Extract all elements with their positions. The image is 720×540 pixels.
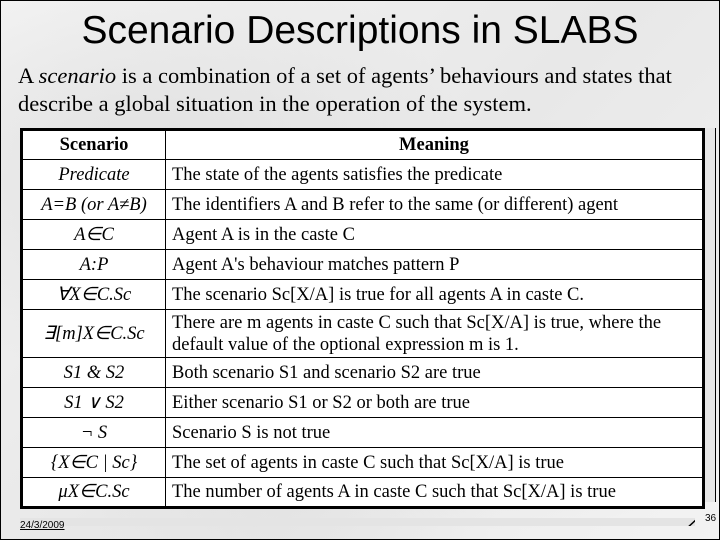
- scenario-cell: μX∈C.Sc: [21, 477, 166, 508]
- intro-paragraph: A scenario is a combination of a set of …: [18, 62, 708, 118]
- meaning-cell: The number of agents A in caste C such t…: [165, 477, 704, 508]
- scenario-cell: ¬ S: [21, 417, 166, 448]
- meaning-cell: Agent A is in the caste C: [165, 219, 704, 250]
- table-row: Predicate The state of the agents satisf…: [21, 159, 704, 190]
- meaning-cell: The identifiers A and B refer to the sam…: [165, 189, 704, 220]
- scenario-cell: A=B (or A≠B): [21, 189, 166, 220]
- meaning-cell: The scenario Sc[X/A] is true for all age…: [165, 279, 704, 310]
- slide-page-number: 36: [705, 513, 717, 524]
- table-row: ∀X∈C.Sc The scenario Sc[X/A] is true for…: [21, 279, 704, 310]
- table-row: A:P Agent A's behaviour matches pattern …: [21, 249, 704, 280]
- meaning-cell: Scenario S is not true: [165, 417, 704, 448]
- scenario-cell: S1 & S2: [21, 357, 166, 388]
- table-row: ∃[m]X∈C.Sc There are m agents in caste C…: [21, 309, 704, 358]
- table-frame-side: [705, 128, 716, 502]
- table-row: A∈C Agent A is in the caste C: [21, 219, 704, 250]
- table-row: A=B (or A≠B) The identifiers A and B ref…: [21, 189, 704, 220]
- scenario-cell: ∀X∈C.Sc: [21, 279, 166, 310]
- meaning-cell: Either scenario S1 or S2 or both are tru…: [165, 387, 704, 418]
- table-row: S1 ∨ S2 Either scenario S1 or S2 or both…: [21, 387, 704, 418]
- scenario-table: Scenario Meaning Predicate The state of …: [20, 128, 705, 509]
- meaning-cell: Both scenario S1 and scenario S2 are tru…: [165, 357, 704, 388]
- meaning-cell: There are m agents in caste C such that …: [165, 309, 704, 358]
- scenario-cell: S1 ∨ S2: [21, 387, 166, 418]
- scenario-cell: A∈C: [21, 219, 166, 250]
- table-row: {X∈C | Sc} The set of agents in caste C …: [21, 447, 704, 478]
- header-meaning: Meaning: [165, 129, 704, 160]
- intro-prefix: A: [18, 63, 39, 88]
- scenario-cell: {X∈C | Sc}: [21, 447, 166, 478]
- table-row: μX∈C.Sc The number of agents A in caste …: [21, 477, 704, 508]
- scenario-cell: A:P: [21, 249, 166, 280]
- scenario-cell: ∃[m]X∈C.Sc: [21, 309, 166, 358]
- table-row: S1 & S2 Both scenario S1 and scenario S2…: [21, 357, 704, 388]
- header-scenario: Scenario: [21, 129, 166, 160]
- meaning-cell: The set of agents in caste C such that S…: [165, 447, 704, 478]
- meaning-cell: Agent A's behaviour matches pattern P: [165, 249, 704, 280]
- meaning-cell: The state of the agents satisfies the pr…: [165, 159, 704, 190]
- scenario-cell: Predicate: [21, 159, 166, 190]
- intro-rest: is a combination of a set of agents’ beh…: [18, 63, 672, 116]
- table-header-row: Scenario Meaning: [21, 129, 704, 160]
- slide-title: Scenario Descriptions in SLABS: [81, 9, 639, 52]
- slide-date: 24/3/2009: [20, 520, 65, 531]
- table-row: ¬ S Scenario S is not true: [21, 417, 704, 448]
- intro-term: scenario: [38, 63, 117, 88]
- table-frame-bottom: [20, 518, 695, 526]
